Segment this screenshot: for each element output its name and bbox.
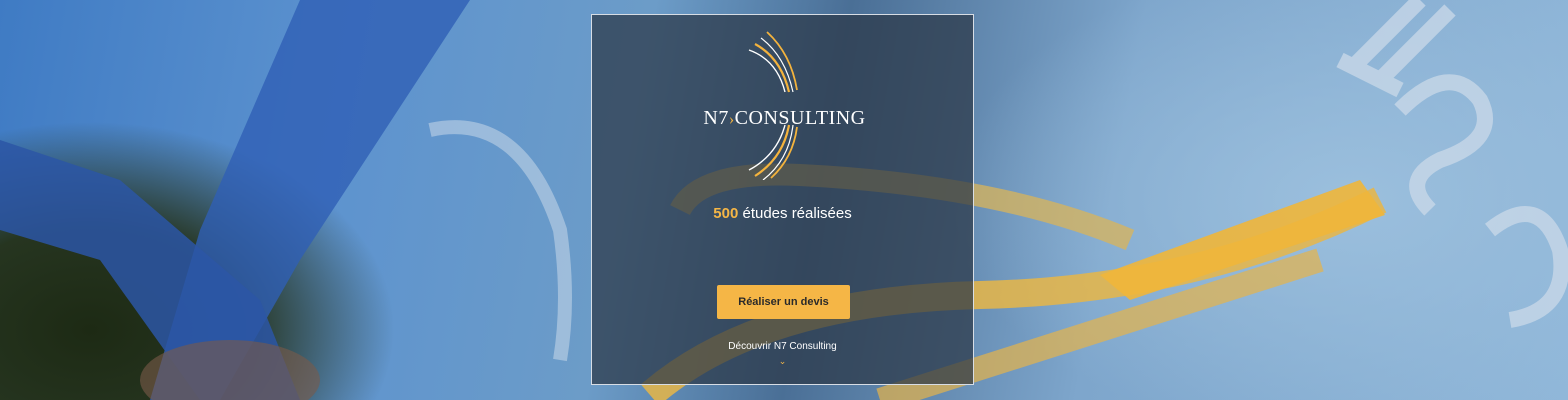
logo-consulting: CONSULTING [734,107,866,129]
n7-consulting-logo[interactable]: N7›CONSULTING [697,30,872,181]
chevron-down-icon[interactable]: ⌄ [592,356,973,366]
hero-panel: N7›CONSULTING 500 études réalisées Réali… [591,14,974,385]
logo-swoosh-icon [748,31,798,181]
studies-count: 500 [713,205,739,222]
request-quote-button[interactable]: Réaliser un devis [717,285,850,319]
logo-n7: N7 [703,107,729,129]
studies-label: études réalisées [742,205,852,222]
discover-link[interactable]: Découvrir N7 Consulting [592,341,973,352]
logo-wordmark: N7›CONSULTING [697,107,872,130]
studies-counter: 500 études réalisées [592,205,973,222]
